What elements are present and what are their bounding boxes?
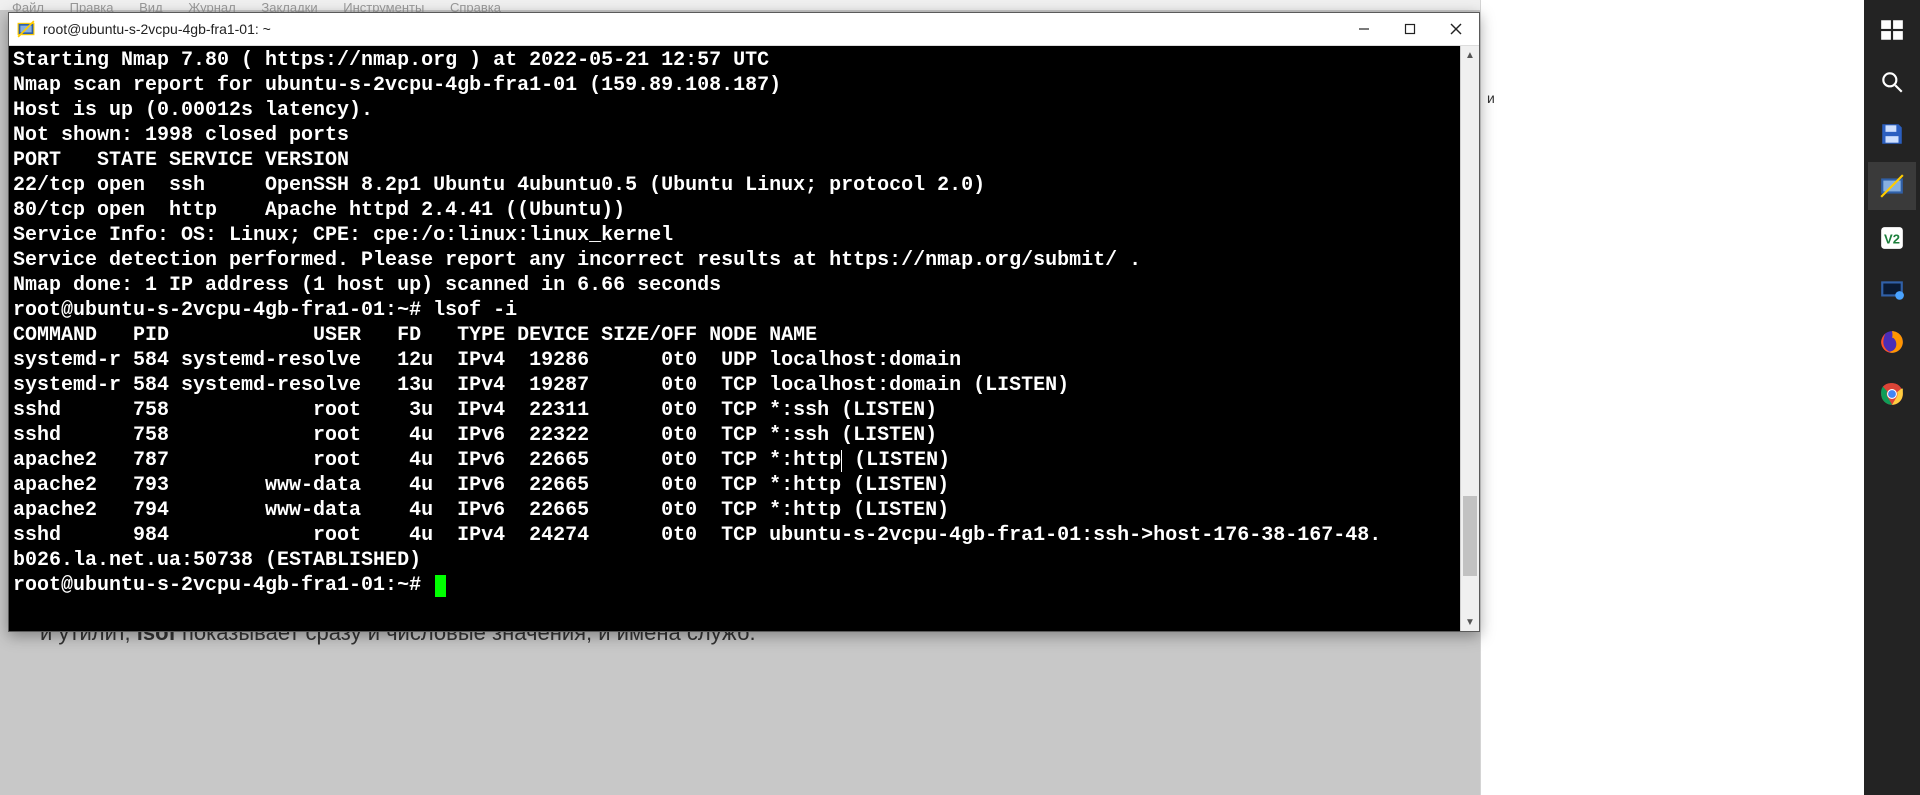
terminal-line: sshd 984 root 4u IPv4 24274 0t0 TCP ubun… — [13, 523, 1458, 548]
os-taskbar: V2 — [1864, 0, 1920, 795]
firefox-icon[interactable] — [1868, 318, 1916, 366]
scroll-down-arrow[interactable]: ▼ — [1461, 613, 1479, 631]
terminal-line: sshd 758 root 3u IPv4 22311 0t0 TCP *:ss… — [13, 398, 1458, 423]
text-caret — [841, 450, 842, 472]
doc-edge-text: и — [1487, 90, 1495, 106]
terminal-body: Starting Nmap 7.80 ( https://nmap.org ) … — [9, 46, 1479, 631]
chrome-icon[interactable] — [1868, 370, 1916, 418]
terminal-line: apache2 787 root 4u IPv6 22665 0t0 TCP *… — [13, 448, 1458, 473]
block-cursor — [435, 575, 446, 597]
close-button[interactable] — [1433, 13, 1479, 45]
terminal-line: PORT STATE SERVICE VERSION — [13, 148, 1458, 173]
search-icon[interactable] — [1868, 58, 1916, 106]
terminal-prompt[interactable]: root@ubuntu-s-2vcpu-4gb-fra1-01:~# — [13, 573, 1458, 598]
terminal-line: Nmap done: 1 IP address (1 host up) scan… — [13, 273, 1458, 298]
terminal-line: systemd-r 584 systemd-resolve 12u IPv4 1… — [13, 348, 1458, 373]
terminal-line: Service Info: OS: Linux; CPE: cpe:/o:lin… — [13, 223, 1458, 248]
terminal-output[interactable]: Starting Nmap 7.80 ( https://nmap.org ) … — [9, 46, 1460, 631]
windows-start-icon[interactable] — [1868, 6, 1916, 54]
putty-window: root@ubuntu-s-2vcpu-4gb-fra1-01: ~ Start… — [8, 12, 1480, 632]
terminal-line: Service detection performed. Please repo… — [13, 248, 1458, 273]
putty-icon — [17, 20, 35, 38]
terminal-line: 22/tcp open ssh OpenSSH 8.2p1 Ubuntu 4ub… — [13, 173, 1458, 198]
terminal-line: sshd 758 root 4u IPv6 22322 0t0 TCP *:ss… — [13, 423, 1458, 448]
scroll-thumb[interactable] — [1463, 496, 1477, 576]
save-disk-icon[interactable] — [1868, 110, 1916, 158]
maximize-button[interactable] — [1387, 13, 1433, 45]
vnc-icon[interactable]: V2 — [1868, 214, 1916, 262]
terminal-line: Host is up (0.00012s latency). — [13, 98, 1458, 123]
remote-terminal-icon[interactable] — [1868, 266, 1916, 314]
app-menu-bar: Файл Правка Вид Журнал Закладки Инструме… — [0, 0, 1497, 10]
vertical-scrollbar[interactable]: ▲ ▼ — [1460, 46, 1479, 631]
terminal-line: Starting Nmap 7.80 ( https://nmap.org ) … — [13, 48, 1458, 73]
terminal-line: 80/tcp open http Apache httpd 2.4.41 ((U… — [13, 198, 1458, 223]
terminal-line: apache2 794 www-data 4u IPv6 22665 0t0 T… — [13, 498, 1458, 523]
terminal-line: apache2 793 www-data 4u IPv6 22665 0t0 T… — [13, 473, 1458, 498]
window-title-bar[interactable]: root@ubuntu-s-2vcpu-4gb-fra1-01: ~ — [9, 13, 1479, 46]
window-title: root@ubuntu-s-2vcpu-4gb-fra1-01: ~ — [43, 21, 1341, 37]
desktop: Файл Правка Вид Журнал Закладки Инструме… — [0, 0, 1920, 795]
background-document-edge: и — [1480, 0, 1864, 795]
terminal-line: COMMAND PID USER FD TYPE DEVICE SIZE/OFF… — [13, 323, 1458, 348]
terminal-line: systemd-r 584 systemd-resolve 13u IPv4 1… — [13, 373, 1458, 398]
terminal-line: Not shown: 1998 closed ports — [13, 123, 1458, 148]
terminal-line: root@ubuntu-s-2vcpu-4gb-fra1-01:~# lsof … — [13, 298, 1458, 323]
svg-text:V2: V2 — [1884, 231, 1900, 246]
minimize-button[interactable] — [1341, 13, 1387, 45]
scroll-up-arrow[interactable]: ▲ — [1461, 46, 1479, 64]
terminal-line: Nmap scan report for ubuntu-s-2vcpu-4gb-… — [13, 73, 1458, 98]
terminal-line: b026.la.net.ua:50738 (ESTABLISHED) — [13, 548, 1458, 573]
putty-taskbar-icon[interactable] — [1868, 162, 1916, 210]
